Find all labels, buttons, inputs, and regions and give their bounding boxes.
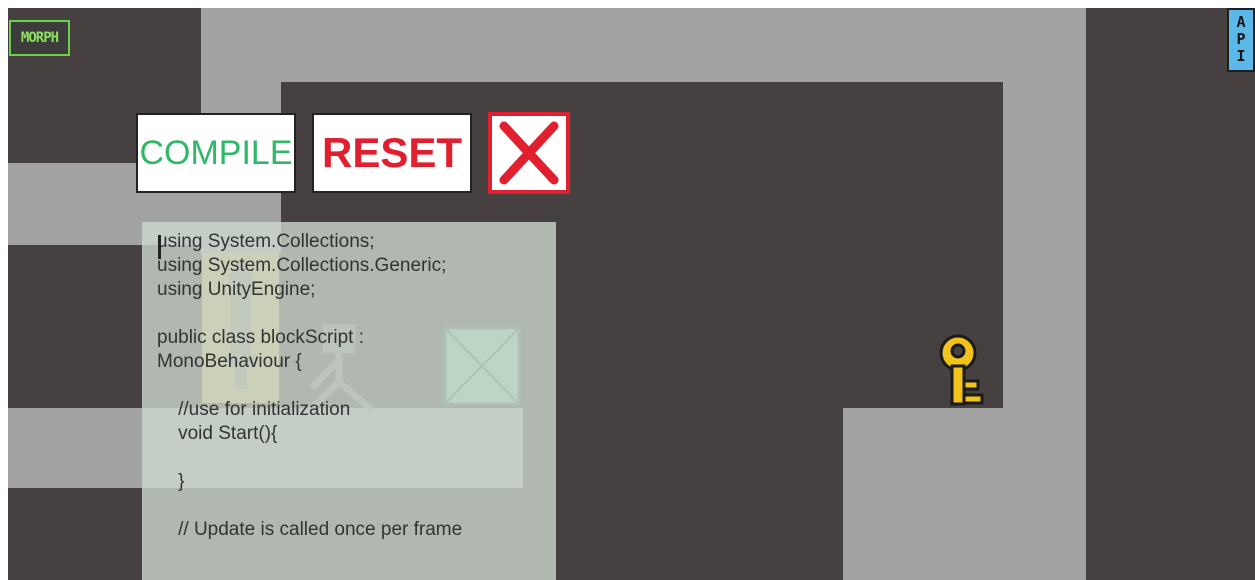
compile-button[interactable]: COMPILE <box>136 113 296 193</box>
morph-label: MORPH <box>20 30 59 46</box>
reset-label: RESET <box>321 129 463 176</box>
api-letter: A <box>1236 13 1246 31</box>
compile-label: COMPILE <box>139 133 293 172</box>
reset-button[interactable]: RESET <box>312 113 472 193</box>
close-button[interactable] <box>488 112 570 194</box>
code-line: void Start(){ <box>157 423 278 444</box>
text-caret <box>158 235 161 259</box>
maze-wall <box>201 8 1086 82</box>
code-editor[interactable]: using System.Collections; using System.C… <box>142 222 556 580</box>
code-line: MonoBehaviour { <box>157 351 302 372</box>
code-line: using System.Collections.Generic; <box>157 255 447 276</box>
code-line: using System.Collections; <box>157 231 375 252</box>
key-icon <box>939 334 984 406</box>
api-letter: I <box>1236 47 1246 65</box>
api-button[interactable]: A P I <box>1227 8 1255 72</box>
code-line: using UnityEngine; <box>157 279 316 300</box>
game-board: using System.Collections; using System.C… <box>8 8 1255 580</box>
morph-button[interactable]: MORPH <box>9 20 70 56</box>
code-line: public class blockScript : <box>157 327 364 348</box>
maze-wall <box>843 408 1086 580</box>
code-line: //use for initialization <box>157 399 351 420</box>
code-line: // Update is called once per frame <box>157 519 463 540</box>
api-letter: P <box>1236 30 1246 48</box>
close-x-icon <box>499 121 559 185</box>
key-pickup[interactable] <box>936 333 986 407</box>
code-line: } <box>157 471 185 492</box>
